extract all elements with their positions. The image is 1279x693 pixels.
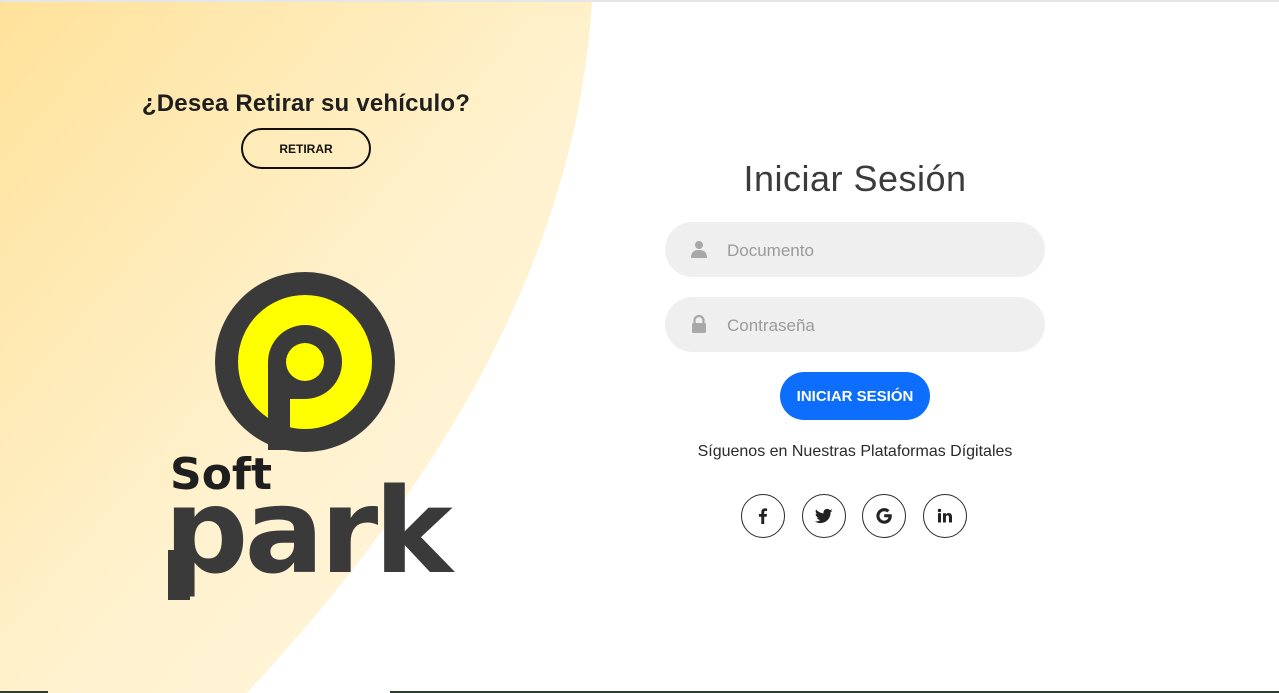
- withdraw-button[interactable]: RETIRAR: [241, 128, 371, 169]
- user-icon: [691, 241, 707, 258]
- document-input[interactable]: [725, 222, 1029, 279]
- left-panel: ¿Desea Retirar su vehículo? RETIRAR Soft…: [0, 2, 610, 693]
- twitter-button[interactable]: [802, 494, 846, 538]
- facebook-button[interactable]: [741, 494, 785, 538]
- logo-word-park: park: [164, 462, 455, 600]
- login-button[interactable]: INICIAR SESIÓN: [780, 372, 930, 420]
- withdraw-question: ¿Desea Retirar su vehículo?: [141, 90, 471, 117]
- google-icon: [876, 508, 892, 524]
- password-field: [665, 297, 1045, 354]
- google-button[interactable]: [862, 494, 906, 538]
- lock-icon: [692, 315, 706, 333]
- linkedin-button[interactable]: [923, 494, 967, 538]
- password-input[interactable]: [725, 297, 1029, 354]
- linkedin-icon: [937, 508, 952, 523]
- facebook-icon: [758, 508, 768, 524]
- login-page: ¿Desea Retirar su vehículo? RETIRAR Soft…: [0, 0, 1279, 693]
- login-form: Iniciar Sesión INICIAR SESIÓN Síguenos e…: [640, 2, 1070, 693]
- social-follow-text: Síguenos en Nuestras Plataformas Dígital…: [697, 443, 1013, 460]
- social-links: [740, 494, 980, 540]
- document-field: [665, 222, 1045, 279]
- twitter-icon: [814, 508, 833, 524]
- softpark-logo: Soft park: [164, 272, 459, 600]
- login-title: Iniciar Sesión: [743, 158, 967, 199]
